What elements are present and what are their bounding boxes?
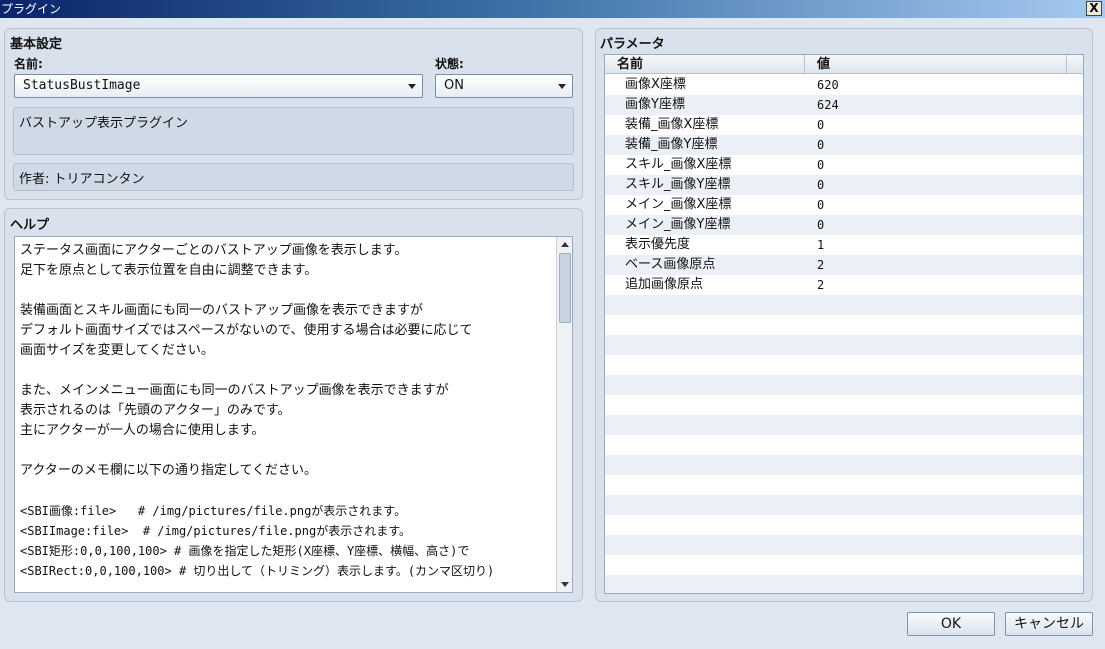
table-header: 名前 値 (605, 55, 1083, 74)
table-row[interactable] (605, 295, 1083, 315)
help-scrollbar[interactable] (556, 237, 572, 592)
state-label: 状態: (435, 57, 464, 71)
table-row[interactable] (605, 535, 1083, 555)
ok-button[interactable]: OK (907, 612, 995, 636)
description-text: バストアップ表示プラグイン (19, 116, 189, 131)
param-name: ベース画像原点 (625, 257, 716, 272)
table-row[interactable]: 表示優先度 1 (605, 235, 1083, 255)
param-name: 画像X座標 (625, 77, 686, 92)
param-name: 表示優先度 (625, 237, 691, 252)
chevron-down-icon (408, 84, 416, 89)
state-select[interactable]: ON (435, 74, 573, 98)
help-line: 画面サイズを変更してください。 (20, 343, 214, 358)
param-value: 2 (817, 258, 825, 272)
help-line: アクターのメモ欄に以下の通り指定してください。 (20, 463, 318, 478)
table-row[interactable] (605, 495, 1083, 515)
table-row[interactable] (605, 575, 1083, 593)
state-value: ON (444, 78, 464, 93)
plugin-name-select[interactable]: StatusBustImage (14, 74, 423, 98)
table-row[interactable] (605, 455, 1083, 475)
table-row[interactable] (605, 355, 1083, 375)
title-bar: プラグイン X (0, 0, 1105, 18)
table-row[interactable] (605, 315, 1083, 335)
table-row[interactable]: 装備_画像Y座標 0 (605, 135, 1083, 155)
param-value: 0 (817, 118, 825, 132)
table-row[interactable] (605, 335, 1083, 355)
basic-settings-title: 基本設定 (10, 37, 63, 52)
table-row[interactable]: ベース画像原点 2 (605, 255, 1083, 275)
table-row[interactable]: 画像X座標 620 (605, 75, 1083, 95)
param-name: メイン_画像X座標 (625, 197, 732, 212)
table-row[interactable] (605, 475, 1083, 495)
description-box: バストアップ表示プラグイン (13, 107, 574, 155)
author-text: 作者: トリアコンタン (19, 172, 145, 187)
chevron-down-icon (558, 84, 566, 89)
help-line: 足下を原点として表示位置を自由に調整できます。 (20, 263, 318, 278)
name-label: 名前: (14, 57, 43, 71)
table-row[interactable] (605, 375, 1083, 395)
param-value: 0 (817, 138, 825, 152)
column-header-value[interactable]: 値 (805, 55, 1067, 74)
table-row[interactable]: スキル_画像Y座標 0 (605, 175, 1083, 195)
scroll-thumb[interactable] (559, 253, 571, 323)
column-header-name[interactable]: 名前 (605, 55, 805, 74)
help-line: <SBI画像:file> # /img/pictures/file.pngが表示… (20, 504, 407, 518)
scroll-up-icon[interactable] (558, 238, 572, 252)
help-line: <SBI矩形:0,0,100,100> # 画像を指定した矩形(X座標、Y座標、… (20, 544, 470, 558)
param-name: 装備_画像Y座標 (625, 137, 718, 152)
param-name: 画像Y座標 (625, 97, 685, 112)
param-value: 620 (817, 78, 839, 92)
table-row[interactable] (605, 515, 1083, 535)
window-title: プラグイン (1, 2, 62, 16)
parameters-title: パラメータ (600, 37, 665, 52)
help-line: 主にアクターが一人の場合に使用します。 (20, 423, 265, 438)
param-value: 0 (817, 198, 825, 212)
param-value: 0 (817, 178, 825, 192)
help-title: ヘルプ (10, 218, 50, 233)
param-value: 1 (817, 238, 825, 252)
cancel-button[interactable]: キャンセル (1005, 612, 1093, 636)
table-row[interactable]: メイン_画像Y座標 0 (605, 215, 1083, 235)
table-row[interactable] (605, 435, 1083, 455)
param-name: メイン_画像Y座標 (625, 217, 731, 232)
table-row[interactable] (605, 415, 1083, 435)
help-line: 装備画面とスキル画面にも同一のバストアップ画像を表示できますが (20, 303, 424, 318)
param-name: 追加画像原点 (625, 277, 704, 292)
param-value: 0 (817, 218, 825, 232)
table-row[interactable]: メイン_画像X座標 0 (605, 195, 1083, 215)
table-row[interactable] (605, 555, 1083, 575)
param-value: 0 (817, 158, 825, 172)
table-row[interactable]: スキル_画像X座標 0 (605, 155, 1083, 175)
close-button[interactable]: X (1086, 1, 1102, 16)
plugin-name-value: StatusBustImage (23, 78, 141, 93)
parameters-table[interactable]: 名前 値 画像X座標 620 画像Y座標 624 装備_画像X座標 0 装備_画像Y座標 0 ス… (604, 54, 1084, 594)
table-row[interactable]: 画像Y座標 624 (605, 95, 1083, 115)
param-value: 2 (817, 278, 825, 292)
param-name: 装備_画像X座標 (625, 117, 719, 132)
help-line: また、メインメニュー画面にも同一のバストアップ画像を表示できますが (20, 383, 449, 398)
param-name: スキル_画像X座標 (625, 157, 732, 172)
help-line: ステータス画面にアクターごとのバストアップ画像を表示します。 (20, 243, 408, 258)
param-name: スキル_画像Y座標 (625, 177, 731, 192)
param-value: 624 (817, 98, 839, 112)
help-line: デフォルト画面サイズではスペースがないので、使用する場合は必要に応じて (20, 323, 473, 338)
table-row[interactable]: 追加画像原点 2 (605, 275, 1083, 295)
help-line: 表示されるのは「先頭のアクター」のみです。 (20, 403, 291, 418)
author-box: 作者: トリアコンタン (13, 163, 574, 191)
scroll-down-icon[interactable] (558, 577, 572, 591)
help-line: <SBIImage:file> # /img/pictures/file.png… (20, 524, 412, 538)
help-line: <SBIRect:0,0,100,100> # 切り出して（トリミング）表示しま… (20, 564, 495, 578)
help-textarea[interactable]: ステータス画面にアクターごとのバストアップ画像を表示します。 足下を原点として表… (14, 236, 573, 593)
table-row[interactable] (605, 395, 1083, 415)
table-row[interactable]: 装備_画像X座標 0 (605, 115, 1083, 135)
